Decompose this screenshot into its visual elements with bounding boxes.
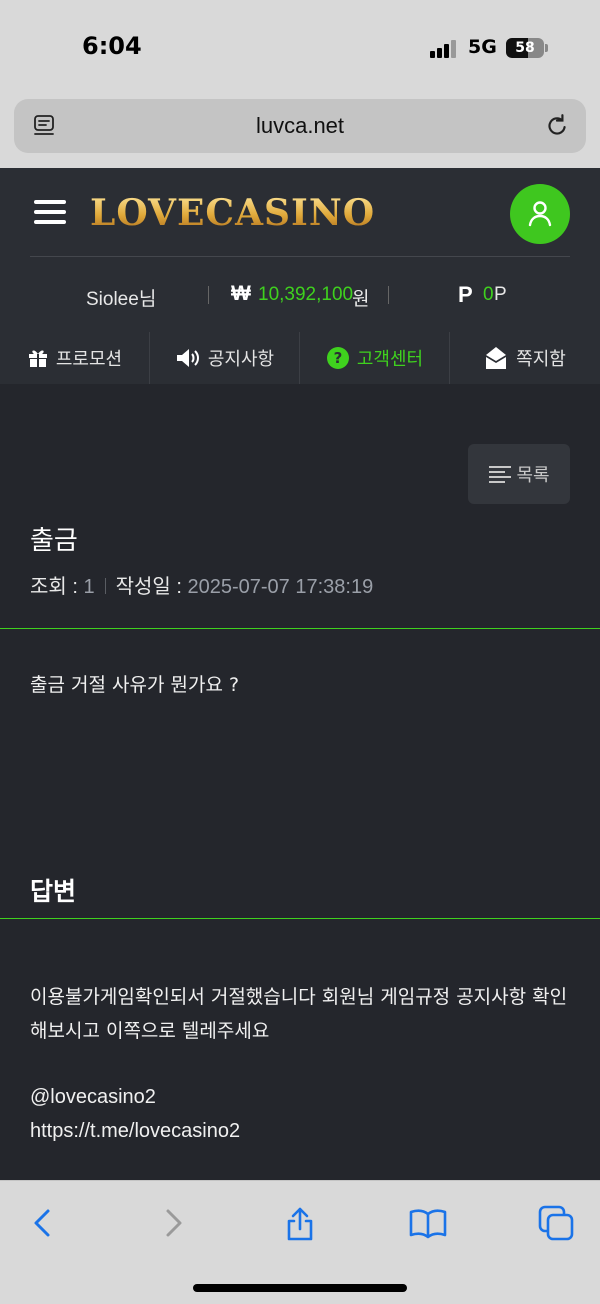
user-info-bar: Siolee님 ₩ 10,392,100 원 P 0 P xyxy=(0,280,600,310)
date-label: 작성일 : xyxy=(115,576,188,598)
answer-handle: @lovecasino2 xyxy=(30,1086,156,1108)
bookmarks-icon[interactable] xyxy=(408,1203,448,1243)
address-bar[interactable]: luvca.net xyxy=(14,99,586,153)
menu-label: 공지사항 xyxy=(207,349,275,370)
url-text[interactable]: luvca.net xyxy=(14,113,586,139)
divider xyxy=(0,918,600,919)
status-bar: 6:04 5G 58 xyxy=(0,0,600,96)
envelope-icon xyxy=(486,347,507,369)
divider xyxy=(0,628,600,629)
share-icon[interactable] xyxy=(280,1203,320,1243)
main-menu: 프로모션 공지사항 ? 고객센터 쪽지함 xyxy=(0,332,600,384)
menu-label: 고객센터 xyxy=(356,349,424,370)
menu-label: 프로모션 xyxy=(55,349,123,370)
views-label: 조회 : xyxy=(30,576,84,598)
reload-icon[interactable] xyxy=(544,113,570,139)
svg-text:?: ? xyxy=(334,349,343,367)
menu-item-support[interactable]: ? 고객센터 xyxy=(300,332,450,384)
hamburger-menu-icon[interactable] xyxy=(34,198,68,226)
answer-body: 이용불가게임확인되서 거절했습니다 회원님 게임규정 공지사항 확인해보시고 이… xyxy=(30,980,575,1148)
answer-link[interactable]: https://t.me/lovecasino2 xyxy=(30,1114,575,1148)
menu-item-messages[interactable]: 쪽지함 xyxy=(450,332,600,384)
point-icon: P xyxy=(458,282,473,307)
status-time: 6:04 xyxy=(82,32,142,60)
views-count: 1 xyxy=(83,576,95,598)
list-button-label: 목록 xyxy=(516,465,550,486)
menu-item-notice[interactable]: 공지사항 xyxy=(150,332,300,384)
question-text: 출금 거절 사유가 뭔가요 ? xyxy=(30,674,240,696)
battery-icon: 58 xyxy=(506,38,544,58)
balance-unit: 원 xyxy=(352,289,370,310)
user-icon xyxy=(528,201,552,227)
site-logo[interactable]: LOVECASINO xyxy=(90,192,375,234)
answer-text: 이용불가게임확인되서 거절했습니다 회원님 게임규정 공지사항 확인해보시고 이… xyxy=(30,986,568,1042)
balance-amount: 10,392,100 xyxy=(258,284,354,305)
user-profile-button[interactable] xyxy=(510,184,570,244)
menu-item-promotion[interactable]: 프로모션 xyxy=(0,332,150,384)
forward-icon[interactable] xyxy=(154,1203,194,1243)
question-icon: ? xyxy=(326,347,349,369)
point-unit: P xyxy=(494,284,507,305)
speaker-icon xyxy=(176,349,199,367)
browser-address-area: luvca.net xyxy=(0,96,600,168)
list-icon xyxy=(489,466,512,483)
list-button[interactable]: 목록 xyxy=(468,444,570,504)
post-date: 2025-07-07 17:38:19 xyxy=(187,576,374,598)
gift-icon xyxy=(28,350,47,367)
post-meta: 조회 : 1 작성일 : 2025-07-07 17:38:19 xyxy=(30,570,373,599)
network-type: 5G xyxy=(468,36,497,58)
battery-level: 58 xyxy=(515,40,535,56)
answer-title: 답변 xyxy=(30,877,77,906)
home-indicator xyxy=(193,1284,407,1292)
username: Siolee님 xyxy=(86,289,157,310)
point-amount: 0 xyxy=(483,284,494,305)
site-header: LOVECASINO Siolee님 ₩ 10,392,100 원 P 0 P xyxy=(0,168,600,332)
post-title: 출금 xyxy=(30,526,78,556)
menu-label: 쪽지함 xyxy=(516,349,566,370)
tabs-icon[interactable] xyxy=(536,1203,576,1243)
back-icon[interactable] xyxy=(22,1203,62,1243)
won-icon: ₩ xyxy=(231,282,251,305)
